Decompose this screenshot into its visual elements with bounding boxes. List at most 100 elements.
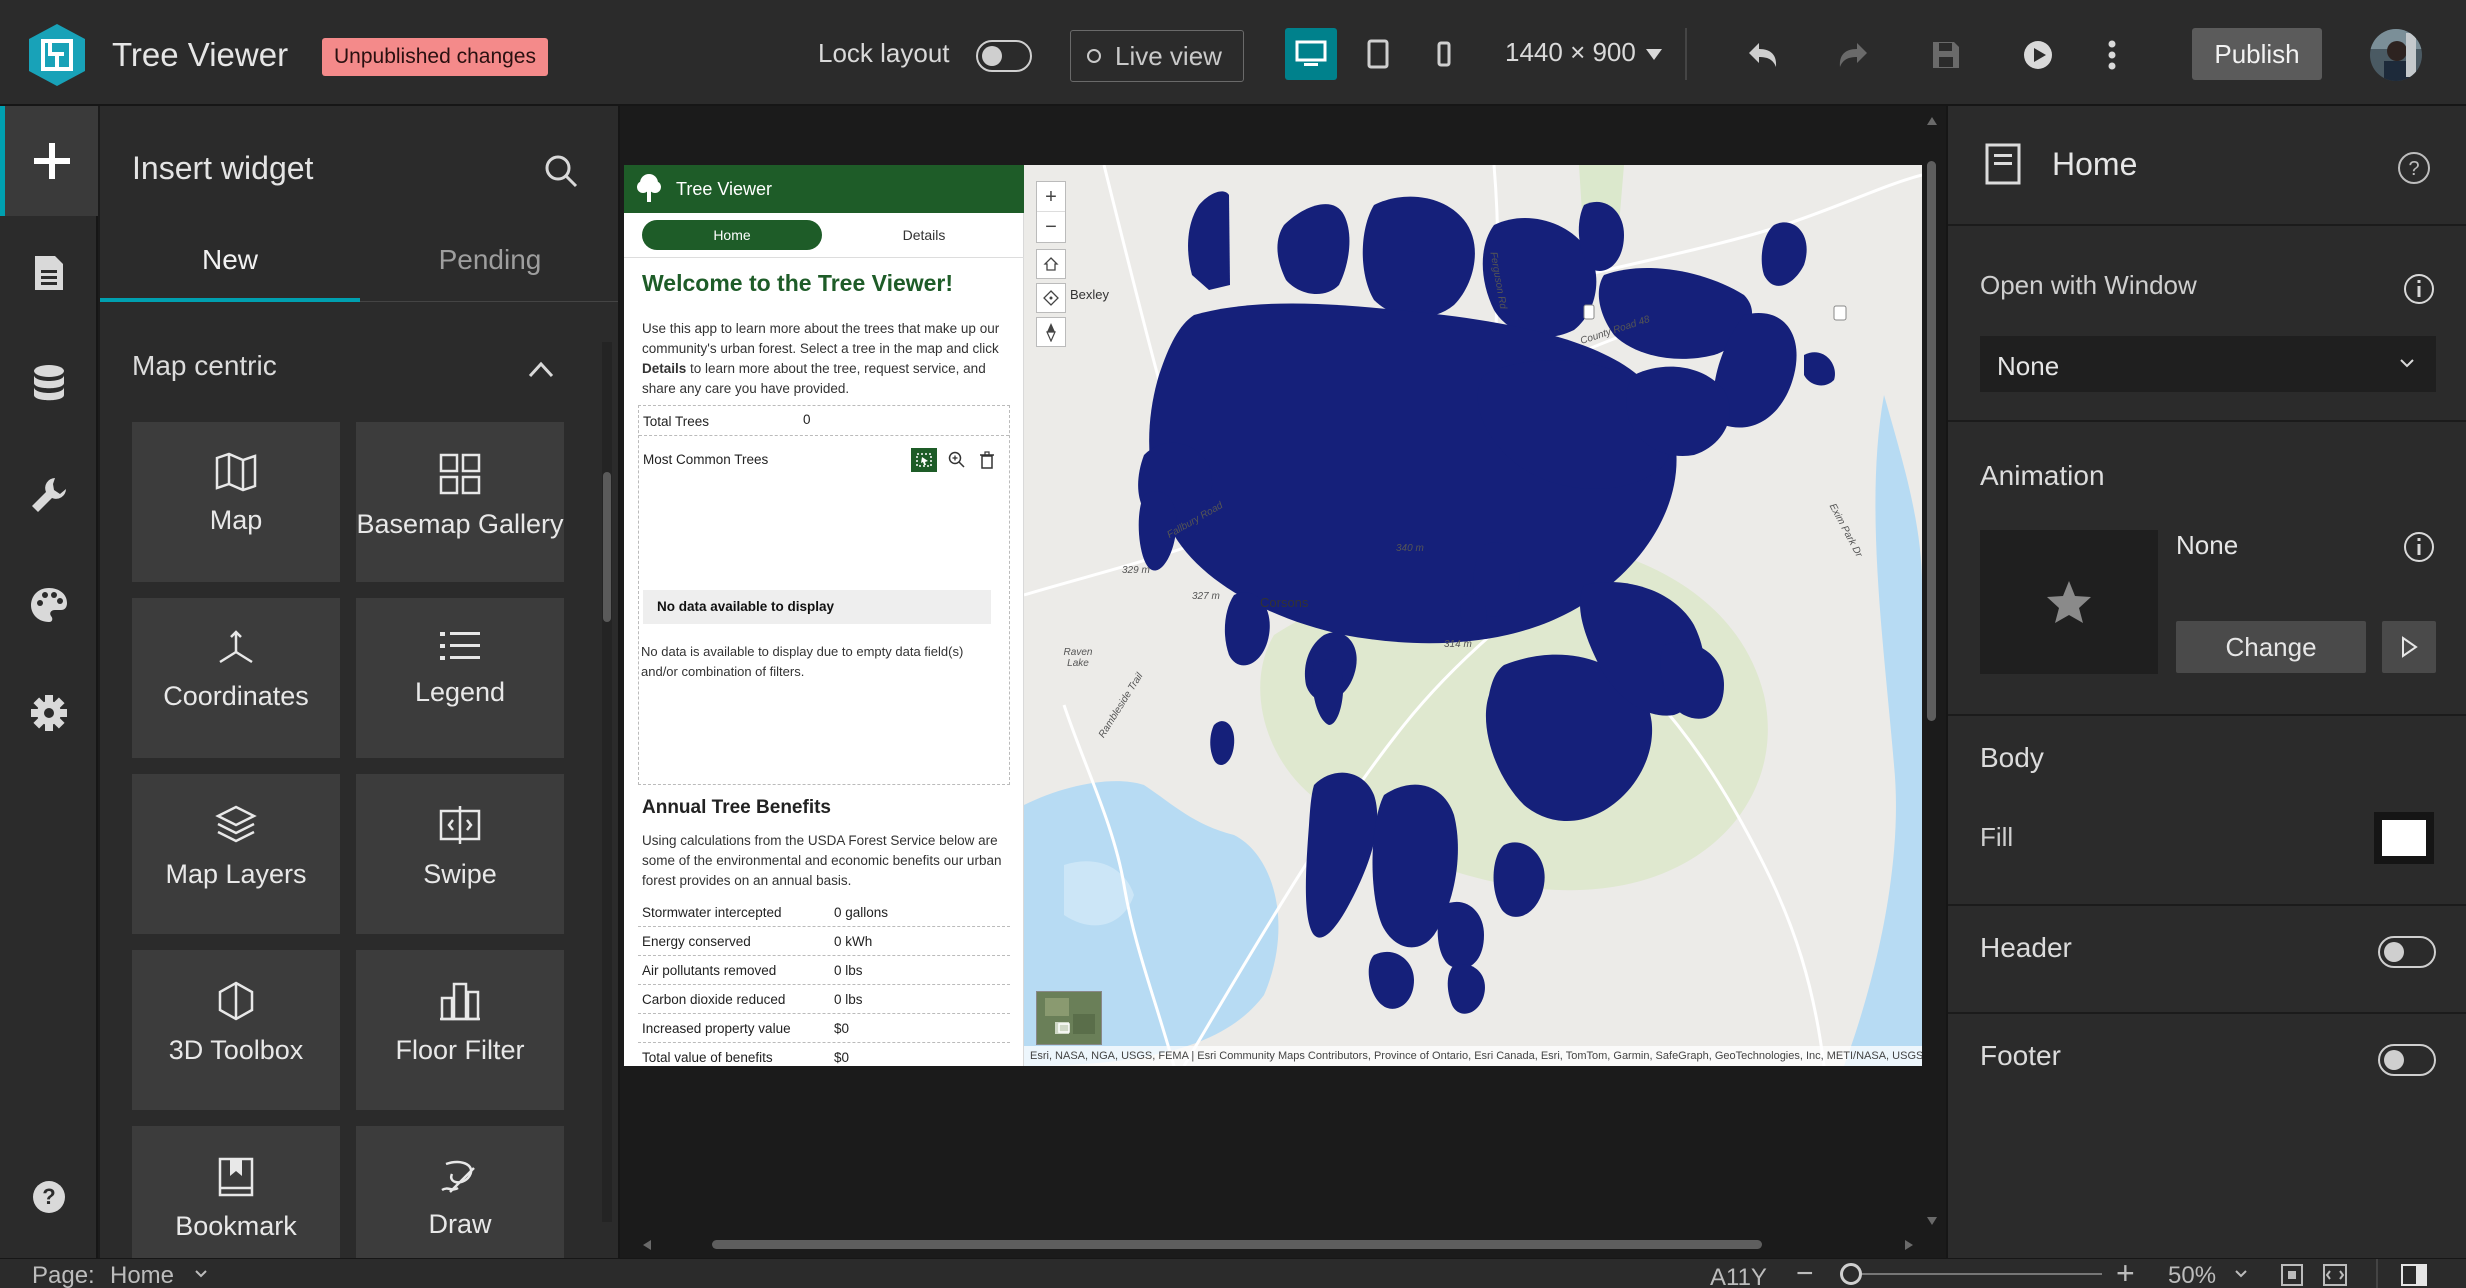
- builder-canvas: Tree Viewer Home Details Welcome to the …: [622, 106, 1944, 1258]
- canvas-horizontal-scrollbar[interactable]: [642, 1234, 1922, 1254]
- scrollbar-thumb[interactable]: [712, 1240, 1762, 1249]
- app-title[interactable]: Tree Viewer: [112, 36, 288, 74]
- no-data-banner: No data available to display: [643, 590, 991, 624]
- desktop-device-button[interactable]: [1285, 28, 1337, 80]
- settings-rail-button[interactable]: [0, 668, 98, 758]
- chevron-down-icon[interactable]: [194, 1269, 208, 1279]
- fit-width-button[interactable]: [2322, 1263, 2348, 1287]
- widget-legend[interactable]: Legend: [356, 598, 564, 758]
- widget-label: Map: [209, 505, 263, 535]
- annual-benefits-intro: Using calculations from the USDA Forest …: [642, 833, 1002, 888]
- fill-color-picker[interactable]: [2374, 812, 2434, 864]
- user-avatar[interactable]: [2370, 29, 2422, 81]
- insert-widget-rail-button[interactable]: [0, 106, 98, 216]
- tab-new[interactable]: New: [100, 230, 360, 302]
- widget-label: 3D Toolbox: [168, 1035, 304, 1065]
- widget-coordinates[interactable]: Coordinates: [132, 598, 340, 758]
- preview-button[interactable]: [2016, 33, 2060, 77]
- info-button[interactable]: [2402, 272, 2436, 306]
- tab-details[interactable]: Details: [842, 220, 1006, 250]
- intro-paragraph: Use this app to learn more about the tre…: [642, 319, 1012, 399]
- widget-tools-rail-button[interactable]: [0, 450, 98, 540]
- map-view[interactable]: Bexley Corsons Raven Lake 329 m 327 m 34…: [1024, 165, 1922, 1066]
- scrollbar-thumb[interactable]: [1927, 161, 1936, 721]
- caret-down-icon[interactable]: [1646, 49, 1662, 61]
- home-extent-button[interactable]: [1036, 249, 1066, 279]
- insert-panel-scrollbar[interactable]: [602, 342, 612, 1222]
- live-view-button[interactable]: Live view: [1070, 30, 1244, 82]
- scroll-up-arrow-icon[interactable]: [1926, 116, 1938, 126]
- scroll-right-arrow-icon[interactable]: [1904, 1239, 1914, 1251]
- redo-button[interactable]: [1832, 33, 1876, 77]
- zoom-out-button[interactable]: −: [1796, 1257, 1814, 1288]
- search-widget-button[interactable]: [540, 150, 582, 192]
- scrollbar-thumb[interactable]: [603, 472, 611, 622]
- open-with-window-select[interactable]: None: [1980, 336, 2436, 392]
- tab-home[interactable]: Home: [642, 220, 822, 250]
- zoom-in-button[interactable]: +: [1037, 182, 1065, 212]
- app-header: Tree Viewer: [624, 165, 1024, 213]
- footer-toggle[interactable]: [2378, 1044, 2436, 1076]
- widget-3d-toolbox[interactable]: 3D Toolbox: [132, 950, 340, 1110]
- widget-map-layers[interactable]: Map Layers: [132, 774, 340, 934]
- widget-floor-filter[interactable]: Floor Filter: [356, 950, 564, 1110]
- widget-swipe[interactable]: Swipe: [356, 774, 564, 934]
- header-toggle[interactable]: [2378, 936, 2436, 968]
- overview-map[interactable]: [1036, 991, 1102, 1045]
- widget-draw[interactable]: Draw: [356, 1126, 564, 1258]
- publish-button[interactable]: Publish: [2192, 28, 2322, 80]
- more-options-button[interactable]: [2094, 33, 2130, 77]
- play-animation-button[interactable]: [2382, 621, 2436, 673]
- theme-rail-button[interactable]: [0, 560, 98, 650]
- lock-layout-toggle[interactable]: [976, 40, 1032, 72]
- zoom-chart-button[interactable]: [945, 448, 969, 472]
- clear-selection-button[interactable]: [975, 448, 999, 472]
- page-settings-panel: Home ? Open with Window None Animation N…: [1946, 106, 2466, 1258]
- select-chart-button[interactable]: [911, 448, 937, 472]
- zoom-in-button[interactable]: +: [2116, 1255, 2135, 1288]
- page-rail-button[interactable]: [0, 228, 98, 318]
- total-trees-label: Total Trees: [643, 414, 710, 429]
- divider: [1948, 904, 2466, 906]
- data-rail-button[interactable]: [0, 338, 98, 428]
- zoom-slider-handle[interactable]: [1840, 1263, 1862, 1285]
- change-animation-button[interactable]: Change: [2176, 621, 2366, 673]
- page-selector[interactable]: Home: [110, 1262, 174, 1288]
- scroll-left-arrow-icon[interactable]: [642, 1239, 652, 1251]
- widget-basemap-gallery[interactable]: Basemap Gallery: [356, 422, 564, 582]
- zoom-level-dropdown[interactable]: 50%: [2168, 1262, 2216, 1288]
- undo-button[interactable]: [1740, 33, 1784, 77]
- resolution-dropdown[interactable]: 1440 × 900: [1505, 37, 1636, 68]
- zoom-out-button[interactable]: −: [1037, 213, 1065, 243]
- locate-button[interactable]: [1036, 283, 1066, 313]
- header-label: Header: [1980, 932, 2072, 963]
- scroll-down-arrow-icon[interactable]: [1926, 1216, 1938, 1226]
- experience-builder-logo-icon[interactable]: [26, 22, 88, 88]
- toggle-right-panel-button[interactable]: [2400, 1263, 2428, 1287]
- zoom-slider-track[interactable]: [1842, 1273, 2102, 1275]
- app-header-title: Tree Viewer: [676, 179, 773, 199]
- phone-device-button[interactable]: [1418, 28, 1470, 80]
- help-button[interactable]: ?: [2396, 150, 2432, 186]
- compass-button[interactable]: [1036, 317, 1066, 347]
- info-button[interactable]: [2402, 530, 2436, 564]
- welcome-heading: Welcome to the Tree Viewer!: [642, 270, 954, 296]
- widget-map[interactable]: Map: [132, 422, 340, 582]
- highway-shield-icon: [1583, 304, 1595, 320]
- app-preview-page[interactable]: Tree Viewer Home Details Welcome to the …: [624, 165, 1922, 1066]
- chevron-down-icon[interactable]: [2234, 1269, 2248, 1279]
- benefit-value: 0 lbs: [834, 992, 863, 1007]
- tablet-device-button[interactable]: [1352, 28, 1404, 80]
- list-icon: [440, 632, 480, 660]
- info-icon: [2404, 532, 2434, 562]
- widget-bookmark[interactable]: Bookmark: [132, 1126, 340, 1258]
- accessibility-button[interactable]: A11Y: [1710, 1264, 1767, 1288]
- chevron-up-icon[interactable]: [524, 358, 558, 382]
- save-button[interactable]: [1924, 33, 1968, 77]
- tab-pending[interactable]: Pending: [360, 230, 618, 302]
- help-rail-button[interactable]: ?: [0, 1152, 98, 1242]
- canvas-vertical-scrollbar[interactable]: [1922, 116, 1942, 1231]
- zoom-in-icon: [948, 451, 965, 468]
- fit-to-window-button[interactable]: [2280, 1263, 2304, 1287]
- map-centric-section-title[interactable]: Map centric: [132, 350, 277, 382]
